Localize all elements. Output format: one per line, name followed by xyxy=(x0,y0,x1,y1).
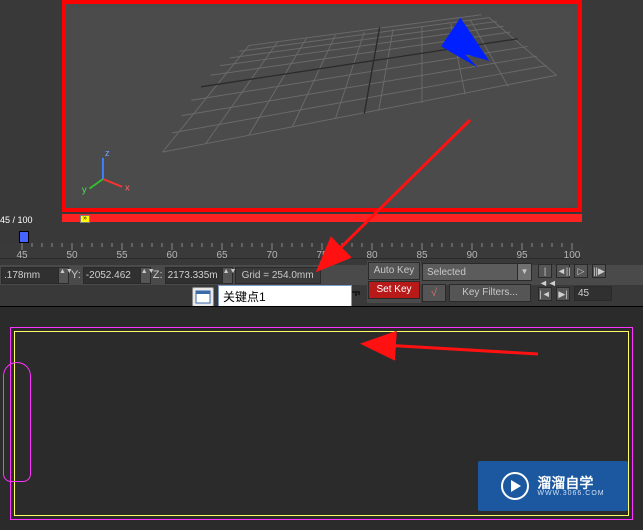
svg-text:95: 95 xyxy=(516,250,528,259)
svg-text:75: 75 xyxy=(316,250,328,259)
key-target-label: Selected xyxy=(423,267,517,278)
coord-z-spinner[interactable]: ▲▼ xyxy=(165,267,233,284)
svg-text:50: 50 xyxy=(66,250,78,259)
animate-mode-box: Auto Key Set Key xyxy=(367,261,421,303)
next-frame-button[interactable]: ||▶ xyxy=(592,264,606,278)
goto-start-button[interactable]: |◄◄ xyxy=(538,264,552,278)
frame-counter: 45 / 100 xyxy=(0,215,33,225)
svg-text:90: 90 xyxy=(466,250,478,259)
play-circle-icon xyxy=(501,472,529,500)
chevron-down-icon[interactable]: ▼ xyxy=(517,264,531,280)
grid-readout: Grid = 254.0mm xyxy=(235,267,321,284)
coord-z-label: Z: xyxy=(153,269,163,281)
svg-text:100: 100 xyxy=(564,250,581,259)
next-key-button[interactable]: ▶| xyxy=(556,287,570,301)
svg-text:80: 80 xyxy=(366,250,378,259)
coord-z-input[interactable] xyxy=(166,268,222,283)
tag-name-input[interactable] xyxy=(218,285,352,307)
svg-text:55: 55 xyxy=(116,250,128,259)
spinner-up-icon[interactable]: ▲▼ xyxy=(58,268,68,283)
time-ruler[interactable]: 45 50 55 60 65 70 75 80 85 90 95 100 xyxy=(0,243,582,259)
timeline-slider-arrow[interactable]: » xyxy=(80,215,90,223)
watermark-sub: WWW.3066.COM xyxy=(537,490,604,497)
svg-text:45: 45 xyxy=(16,250,28,259)
axis-y-label: y xyxy=(82,184,87,195)
prev-frame-button[interactable]: ◄|| xyxy=(556,264,570,278)
watermark: 溜溜自学 WWW.3066.COM xyxy=(478,461,628,511)
playback-controls: |◄◄ ◄|| ▷ ||▶ xyxy=(538,264,606,280)
coord-y-spinner[interactable]: ▲▼ xyxy=(83,267,151,284)
coord-y-label: Y: xyxy=(71,269,81,281)
svg-text:85: 85 xyxy=(416,250,428,259)
svg-text:65: 65 xyxy=(216,250,228,259)
perspective-viewport[interactable]: x y z xyxy=(62,0,582,212)
maxscript-listener-button[interactable] xyxy=(192,287,214,307)
axis-x-label: x xyxy=(125,183,130,194)
key-filters-button[interactable]: Key Filters... xyxy=(449,284,531,302)
viewport-canvas[interactable]: x y z xyxy=(70,8,574,204)
prev-key-button[interactable]: |◄ xyxy=(538,287,552,301)
play-button[interactable]: ▷ xyxy=(574,264,588,278)
svg-text:70: 70 xyxy=(266,250,278,259)
axis-z-label: z xyxy=(105,148,110,159)
current-frame-input[interactable] xyxy=(574,286,612,301)
svg-text:60: 60 xyxy=(166,250,178,259)
spinner-up-icon[interactable]: ▲▼ xyxy=(140,268,150,283)
frame-nav: |◄ ▶| xyxy=(538,286,612,301)
key-marker[interactable] xyxy=(19,231,29,243)
coord-x-spinner[interactable]: ▲▼ xyxy=(1,267,69,284)
key-target-dropdown[interactable]: Selected ▼ xyxy=(422,263,532,281)
coord-x-input[interactable] xyxy=(2,268,58,283)
set-key-button[interactable]: Set Key xyxy=(368,281,420,299)
default-tangent-button[interactable]: √ xyxy=(422,284,446,302)
auto-key-button[interactable]: Auto Key xyxy=(368,262,420,280)
watermark-title: 溜溜自学 xyxy=(537,476,604,490)
spinner-up-icon[interactable]: ▲▼ xyxy=(222,268,232,283)
track-view-shape xyxy=(3,362,31,482)
timeline-redbar xyxy=(62,214,582,222)
coord-y-input[interactable] xyxy=(84,268,140,283)
